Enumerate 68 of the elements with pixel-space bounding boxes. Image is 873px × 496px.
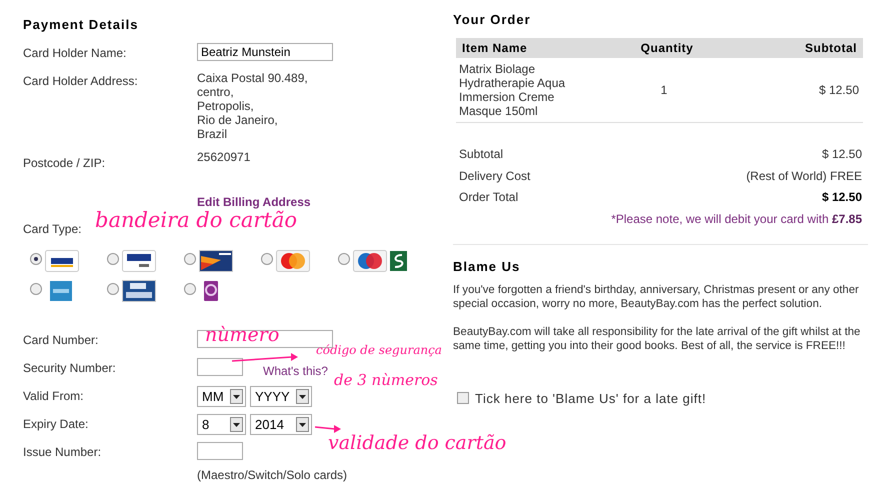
radio-button[interactable]	[107, 253, 119, 265]
field-label: Expiry Date:	[23, 416, 88, 431]
select-field[interactable]: 8	[197, 414, 246, 435]
arrow-icon	[315, 424, 341, 434]
field-label: Security Number:	[23, 360, 116, 375]
column-header: Subtotal	[804, 41, 857, 55]
paragraph: BeautyBay.com will take all responsibility for the late arrival of the gift whilst at the same time, getting you into their good books. Best of all, the service is FREE!!!	[453, 324, 862, 352]
checkbox-label: Tick here to 'Blame Us' for a late gift!	[475, 390, 706, 406]
paragraph: If you've forgotten a friend's birthday, anniversary, Christmas present or any other special occasion, worry no more, BeautyBay.com has the perfect solution.	[453, 282, 860, 310]
radio-button[interactable]	[184, 283, 196, 295]
section-title: Your Order	[453, 12, 532, 27]
table-cell-text: $ 12.50	[818, 83, 859, 97]
table-cell-text: 1	[660, 83, 668, 97]
summary-value: (Rest of World) FREE	[746, 168, 862, 184]
field-label: Postcode / ZIP:	[23, 155, 106, 170]
radio-button[interactable]	[261, 253, 273, 265]
card-logo-icon	[276, 250, 310, 272]
debit-note: *Please note, we will debit your card with £7.85	[610, 212, 862, 226]
field-label: Card Holder Address:	[23, 73, 138, 88]
handwritten-note: bandeira do cartão	[95, 208, 297, 232]
summary-label: Subtotal	[459, 147, 504, 163]
summary-value: $ 12.50	[822, 190, 862, 206]
card-logo-icon	[204, 280, 218, 302]
radio-button[interactable]	[30, 253, 42, 265]
radio-button[interactable]	[338, 253, 350, 265]
help-link[interactable]: What's this?	[263, 364, 328, 378]
section-title: Blame Us	[453, 258, 522, 274]
hint-text: (Maestro/Switch/Solo cards)	[197, 468, 348, 482]
card-logo-icon	[353, 250, 408, 272]
summary-label: Delivery Cost	[459, 168, 530, 184]
handwritten-note: nùmero	[205, 324, 280, 346]
radio-button[interactable]	[107, 283, 119, 295]
column-header: Quantity	[640, 41, 694, 55]
column-header: Item Name	[462, 41, 528, 55]
select-field[interactable]: 2014	[250, 414, 312, 435]
arrow-icon	[232, 352, 298, 362]
summary-label: Order Total	[459, 190, 518, 206]
card-logo-icon	[122, 280, 156, 302]
radio-button[interactable]	[30, 283, 42, 295]
radio-button[interactable]	[184, 253, 196, 265]
select-field[interactable]: MM	[197, 386, 246, 407]
address-text: Caixa Postal 90.489, centro, Petropolis, Rio de Janeiro, Brazil	[197, 71, 308, 141]
card-logo-icon	[122, 250, 156, 272]
field-label: Card Type:	[23, 221, 82, 236]
caret-icon[interactable]	[230, 417, 243, 432]
field-label: Issue Number:	[23, 444, 102, 459]
card-logo-icon	[45, 250, 79, 272]
field-label: Card Holder Name:	[23, 45, 126, 60]
select-field[interactable]: YYYY	[250, 386, 312, 407]
handwritten-note: código de segurança	[316, 343, 442, 357]
section-title: Payment Details	[23, 17, 140, 32]
field-label: Valid From:	[23, 388, 84, 403]
input-field[interactable]	[197, 358, 243, 376]
caret-icon[interactable]	[230, 389, 243, 404]
table-cell-text: Matrix Biolage Hydratherapie Aqua Immersion Creme Masque 150ml	[459, 62, 566, 118]
card-logo-icon	[199, 250, 233, 272]
caret-icon[interactable]	[296, 417, 309, 432]
input-field[interactable]: Beatriz Munstein	[197, 43, 333, 61]
caret-icon[interactable]	[296, 389, 309, 404]
handwritten-note: de 3 nùmeros	[334, 371, 438, 389]
handwritten-note: validade do cartão	[328, 432, 506, 454]
checkbox[interactable]	[457, 392, 469, 404]
input-field[interactable]	[197, 442, 243, 460]
postcode-text: 25620971	[197, 150, 250, 164]
card-logo-icon	[50, 280, 72, 302]
field-label: Card Number:	[23, 332, 98, 347]
summary-value: $ 12.50	[822, 147, 862, 163]
edit-billing-link[interactable]: Edit Billing Address	[197, 195, 311, 209]
